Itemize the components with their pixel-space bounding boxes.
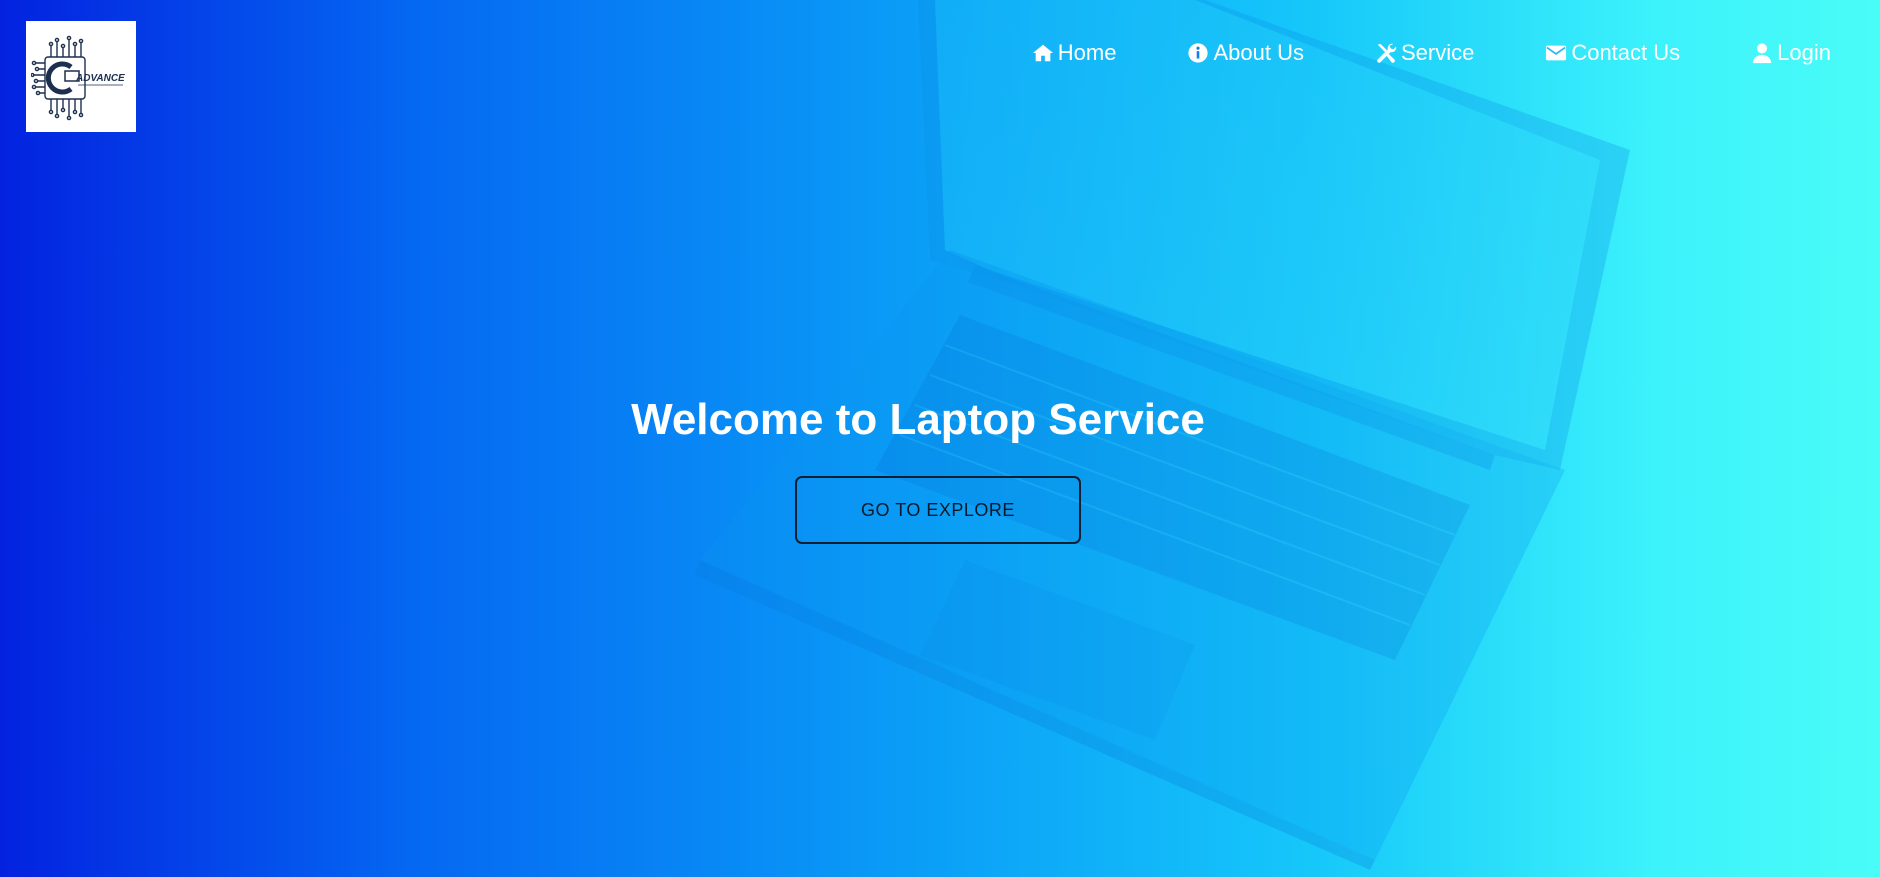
nav-item-about-us[interactable]: About Us [1187,40,1304,66]
circuit-laptop-logo-icon: ADVANCE [31,35,125,120]
logo-text: ADVANCE [75,73,125,84]
envelope-icon [1545,42,1567,64]
hero-section: ADVANCE Home About Us Service Contact Us… [0,0,1880,877]
nav-item-login[interactable]: Login [1751,40,1831,66]
nav-item-home[interactable]: Home [1032,40,1117,66]
nav-item-service-label: Service [1400,40,1475,65]
nav-item-login-label: Login [1777,40,1831,65]
brand-logo[interactable]: ADVANCE [26,21,136,132]
user-icon [1751,42,1773,64]
nav-item-contact-us[interactable]: Contact Us [1545,40,1680,66]
main-navigation: Home About Us Service Contact Us Login [1032,36,1831,70]
nav-item-home-label: Home [1057,40,1117,65]
nav-item-contact-us-label: Contact Us [1571,40,1681,65]
tools-icon [1375,42,1397,64]
info-icon [1187,42,1209,64]
go-to-explore-button[interactable]: GO TO EXPLORE [795,476,1081,544]
hero-title: Welcome to Laptop Service [631,395,1205,444]
nav-item-service[interactable]: Service [1375,40,1474,66]
nav-item-about-us-label: About Us [1213,40,1304,65]
home-icon [1032,42,1054,64]
